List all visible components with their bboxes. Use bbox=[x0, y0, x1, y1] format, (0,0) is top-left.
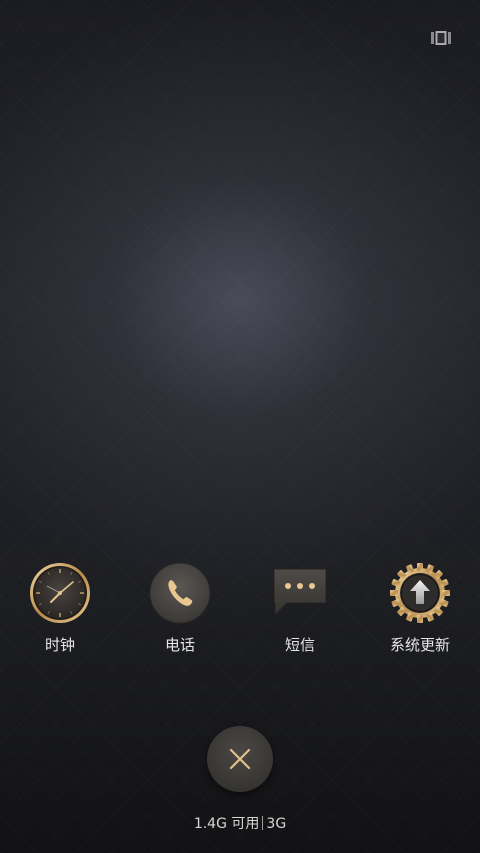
app-system-update[interactable]: 系统更新 bbox=[365, 560, 475, 660]
app-messages[interactable]: 短信 bbox=[245, 560, 355, 660]
system-update-icon bbox=[387, 560, 453, 626]
app-label-clock: 时钟 bbox=[44, 636, 75, 654]
recent-apps-screen: 时钟 电话 短信 系统更新 1.4G 可用 3G bbox=[0, 0, 480, 853]
clock-icon bbox=[27, 560, 93, 626]
app-label-messages: 短信 bbox=[284, 636, 315, 654]
app-label-phone: 电话 bbox=[164, 636, 195, 654]
memory-available: 1.4G 可用 bbox=[193, 816, 260, 832]
message-icon bbox=[267, 560, 333, 626]
multi-window-icon bbox=[431, 31, 451, 45]
clear-all-button[interactable] bbox=[207, 726, 273, 792]
app-phone[interactable]: 电话 bbox=[125, 560, 235, 660]
memory-separator bbox=[262, 816, 264, 830]
phone-icon bbox=[147, 560, 213, 626]
multi-window-button[interactable] bbox=[426, 26, 456, 50]
app-clock[interactable]: 时钟 bbox=[5, 560, 115, 660]
recent-apps-row: 时钟 电话 短信 系统更新 bbox=[0, 560, 480, 660]
app-label-system-update: 系统更新 bbox=[389, 636, 450, 654]
memory-total: 3G bbox=[266, 816, 287, 832]
close-icon bbox=[229, 748, 251, 770]
memory-status: 1.4G 可用 3G bbox=[0, 814, 480, 834]
